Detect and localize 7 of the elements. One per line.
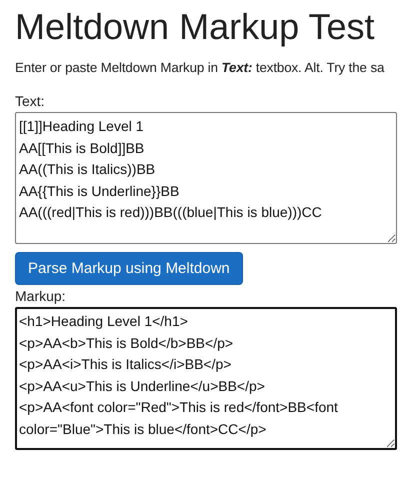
field-label: Markup:	[15, 287, 67, 305]
field-label: Text:	[15, 92, 46, 110]
parse-button[interactable]: Parse Markup using Meltdown	[15, 252, 243, 285]
page-title: Meltdown Markup Test	[15, 6, 376, 48]
text-input-field[interactable]: [[1]]Heading Level 1 AA[[This is Bold]]BB AA((This is Italics))BB AA{{This is Underline}}BB AA(((red|This is red)))BB(((blue|This is blue)))CC	[15, 112, 397, 244]
markup-output-field[interactable]: <h1>Heading Level 1</h1> <p>AA<b>This is Bold</b>BB</p> <p>AA<i>This is Italics</i>BB</p> <p>AA<u>This is Underline</u>BB</p> <p>AA<font color="Red">This is red</font>BB<font color="Blue">This is blue</font>CC</p>	[15, 307, 397, 450]
intro-text: Enter or paste Meltdown Markup in Text: textbox. Alt. Try the sa	[15, 59, 386, 77]
